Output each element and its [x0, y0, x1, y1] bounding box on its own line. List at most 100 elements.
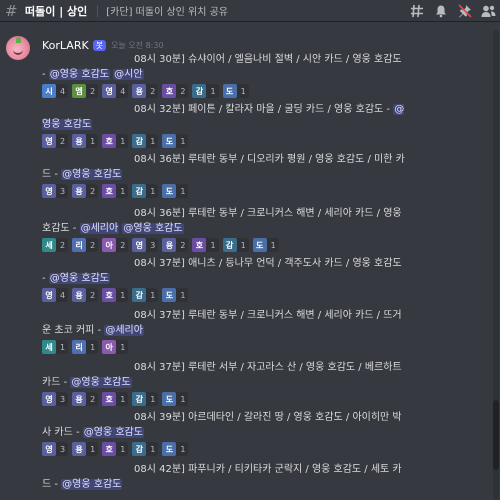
reaction-button[interactable]: 감1 — [132, 134, 159, 148]
reaction-button[interactable]: 용2 — [132, 84, 159, 98]
reaction-emoji-icon: 용 — [72, 288, 87, 302]
role-mention[interactable]: @영웅 호감도 — [61, 169, 123, 180]
reaction-count: 1 — [90, 342, 96, 352]
avatar[interactable] — [6, 36, 30, 60]
reaction-count: 2 — [180, 86, 186, 96]
message-content: 08시 32분] 페이튼 / 칼라자 마을 / 굴딩 카드 / 영웅 호감도 - — [134, 104, 394, 115]
reaction-button[interactable]: 감1 — [132, 288, 159, 302]
reaction-button[interactable]: 도1 — [162, 442, 189, 456]
reaction-count: 1 — [180, 290, 186, 300]
message-item[interactable]: 08시 32분] 페이튼 / 칼라자 마을 / 굴딩 카드 / 영웅 호감도 -… — [42, 102, 407, 148]
reaction-count: 3 — [60, 186, 66, 196]
reaction-button[interactable]: 세2 — [42, 238, 69, 252]
message-item[interactable]: 08시 36분] 루테란 동부 / 디오리카 평원 / 영웅 호감도 / 미한 … — [42, 152, 407, 198]
reaction-count: 2 — [90, 240, 96, 250]
reaction-button[interactable]: 아1 — [102, 340, 129, 354]
reaction-count: 1 — [180, 444, 186, 454]
reaction-button[interactable]: 도1 — [162, 134, 189, 148]
reaction-bar: 시4엠2영4용2호2감1도1 — [42, 84, 407, 98]
reaction-count: 1 — [120, 444, 126, 454]
reaction-button[interactable]: 영3 — [132, 238, 159, 252]
reaction-button[interactable]: 엠2 — [72, 84, 99, 98]
reaction-emoji-icon: 감 — [132, 392, 147, 406]
reaction-button[interactable]: 호1 — [102, 442, 129, 456]
reaction-emoji-icon: 호 — [192, 238, 207, 252]
reaction-button[interactable]: 용2 — [72, 392, 99, 406]
message-content: 08시 37분] 루테란 동부 / 크로니커스 해변 / 세리아 카드 / 뜨거… — [42, 310, 402, 336]
reaction-button[interactable]: 리2 — [72, 238, 99, 252]
reaction-button[interactable]: 시4 — [42, 84, 69, 98]
reaction-count: 1 — [120, 290, 126, 300]
role-mention[interactable]: @시안 — [113, 69, 144, 80]
reaction-button[interactable]: 호2 — [162, 84, 189, 98]
reaction-button[interactable]: 도1 — [162, 392, 189, 406]
message-item[interactable]: 08시 36분] 루테란 동부 / 크로니커스 해변 / 세리아 카드 / 영웅… — [42, 206, 407, 252]
reaction-emoji-icon: 영 — [42, 134, 56, 148]
role-mention[interactable]: @영웅 호감도 — [48, 273, 110, 284]
reaction-button[interactable]: 감1 — [222, 238, 249, 252]
reaction-button[interactable]: 호1 — [102, 392, 129, 406]
reaction-button[interactable]: 호1 — [102, 184, 129, 198]
role-mention[interactable]: @세리아 — [79, 223, 120, 234]
reaction-button[interactable]: 용1 — [72, 134, 99, 148]
reaction-button[interactable]: 호1 — [102, 288, 129, 302]
channel-header: # 떠돌이 | 상인 [카단] 떠돌이 상인 위치 공유 — [0, 0, 500, 22]
reaction-button[interactable]: 감1 — [132, 184, 159, 198]
reaction-button[interactable]: 용1 — [72, 442, 99, 456]
message-item[interactable]: 08시 30분] 슈샤이어 / 엘음나비 절벽 / 시안 카드 / 영웅 호감도… — [42, 52, 407, 98]
role-mention[interactable]: @영웅 호감도 — [122, 223, 184, 234]
reaction-count: 2 — [90, 394, 96, 404]
reaction-emoji-icon: 세 — [42, 340, 56, 354]
reaction-button[interactable]: 호1 — [192, 238, 219, 252]
reaction-count: 1 — [150, 186, 156, 196]
reaction-emoji-icon: 감 — [192, 84, 207, 98]
reaction-count: 1 — [240, 240, 246, 250]
message-item[interactable]: 08시 37분] 루테란 동부 / 크로니커스 해변 / 세리아 카드 / 뜨거… — [42, 308, 407, 354]
message-item[interactable]: 08시 37분] 애니츠 / 등나무 언덕 / 객주도사 카드 / 영웅 호감도… — [42, 256, 407, 302]
reaction-button[interactable]: 용2 — [72, 288, 99, 302]
reaction-button[interactable]: 감1 — [192, 84, 219, 98]
reaction-button[interactable]: 용2 — [72, 184, 99, 198]
reaction-button[interactable]: 용2 — [162, 238, 189, 252]
reaction-count: 2 — [180, 240, 186, 250]
reaction-emoji-icon: 용 — [72, 392, 87, 406]
role-mention[interactable]: @영웅 호감도 — [61, 479, 123, 490]
reaction-button[interactable]: 감1 — [132, 442, 159, 456]
reaction-button[interactable]: 아2 — [102, 238, 129, 252]
reaction-bar: 세2리2아2영3용2호1감1도1 — [42, 238, 407, 252]
message-item[interactable]: 08시 37분] 루테란 서부 / 자고라스 산 / 영웅 호감도 / 베르하트… — [42, 360, 407, 406]
reaction-button[interactable]: 리1 — [72, 340, 99, 354]
reaction-button[interactable]: 도1 — [252, 238, 279, 252]
reaction-button[interactable]: 호1 — [102, 134, 129, 148]
role-mention[interactable]: @영웅 호감도 — [70, 377, 132, 388]
message-text: 08시 37분] 루테란 서부 / 자고라스 산 / 영웅 호감도 / 베르하트… — [42, 360, 407, 390]
reaction-count: 2 — [60, 136, 66, 146]
reaction-count: 1 — [270, 240, 276, 250]
role-mention[interactable]: @영웅 호감도 — [48, 69, 110, 80]
reaction-button[interactable]: 영3 — [42, 184, 69, 198]
role-mention[interactable]: @영웅 호감도 — [82, 427, 144, 438]
reaction-button[interactable]: 세1 — [42, 340, 69, 354]
reaction-button[interactable]: 도1 — [162, 184, 189, 198]
message-item[interactable]: 08시 42분] 파푸니카 / 티키타카 군락지 / 영웅 호감도 / 세토 카… — [42, 462, 407, 492]
bell-icon[interactable] — [433, 3, 448, 18]
channel-topic[interactable]: [카단] 떠돌이 상인 위치 공유 — [106, 3, 228, 18]
message-item[interactable]: 08시 39분] 아르데타인 / 갈라진 땅 / 영웅 호감도 / 아이히만 박… — [42, 410, 407, 456]
reaction-button[interactable]: 영2 — [42, 134, 69, 148]
reaction-button[interactable]: 영3 — [42, 392, 69, 406]
reaction-button[interactable]: 도1 — [222, 84, 249, 98]
reaction-count: 4 — [60, 290, 66, 300]
threads-icon[interactable] — [409, 3, 424, 18]
reaction-button[interactable]: 영4 — [102, 84, 129, 98]
reaction-button[interactable]: 도1 — [162, 288, 189, 302]
pin-icon[interactable] — [457, 3, 472, 18]
reaction-button[interactable]: 영4 — [42, 288, 69, 302]
reaction-emoji-icon: 영 — [42, 184, 56, 198]
scrollbar-thumb[interactable] — [493, 400, 499, 470]
username[interactable]: KorLARK — [42, 39, 89, 52]
reaction-emoji-icon: 아 — [102, 340, 117, 354]
members-icon[interactable] — [481, 3, 496, 18]
reaction-button[interactable]: 감1 — [132, 392, 159, 406]
reaction-button[interactable]: 영3 — [42, 442, 69, 456]
role-mention[interactable]: @세리아 — [104, 325, 144, 336]
